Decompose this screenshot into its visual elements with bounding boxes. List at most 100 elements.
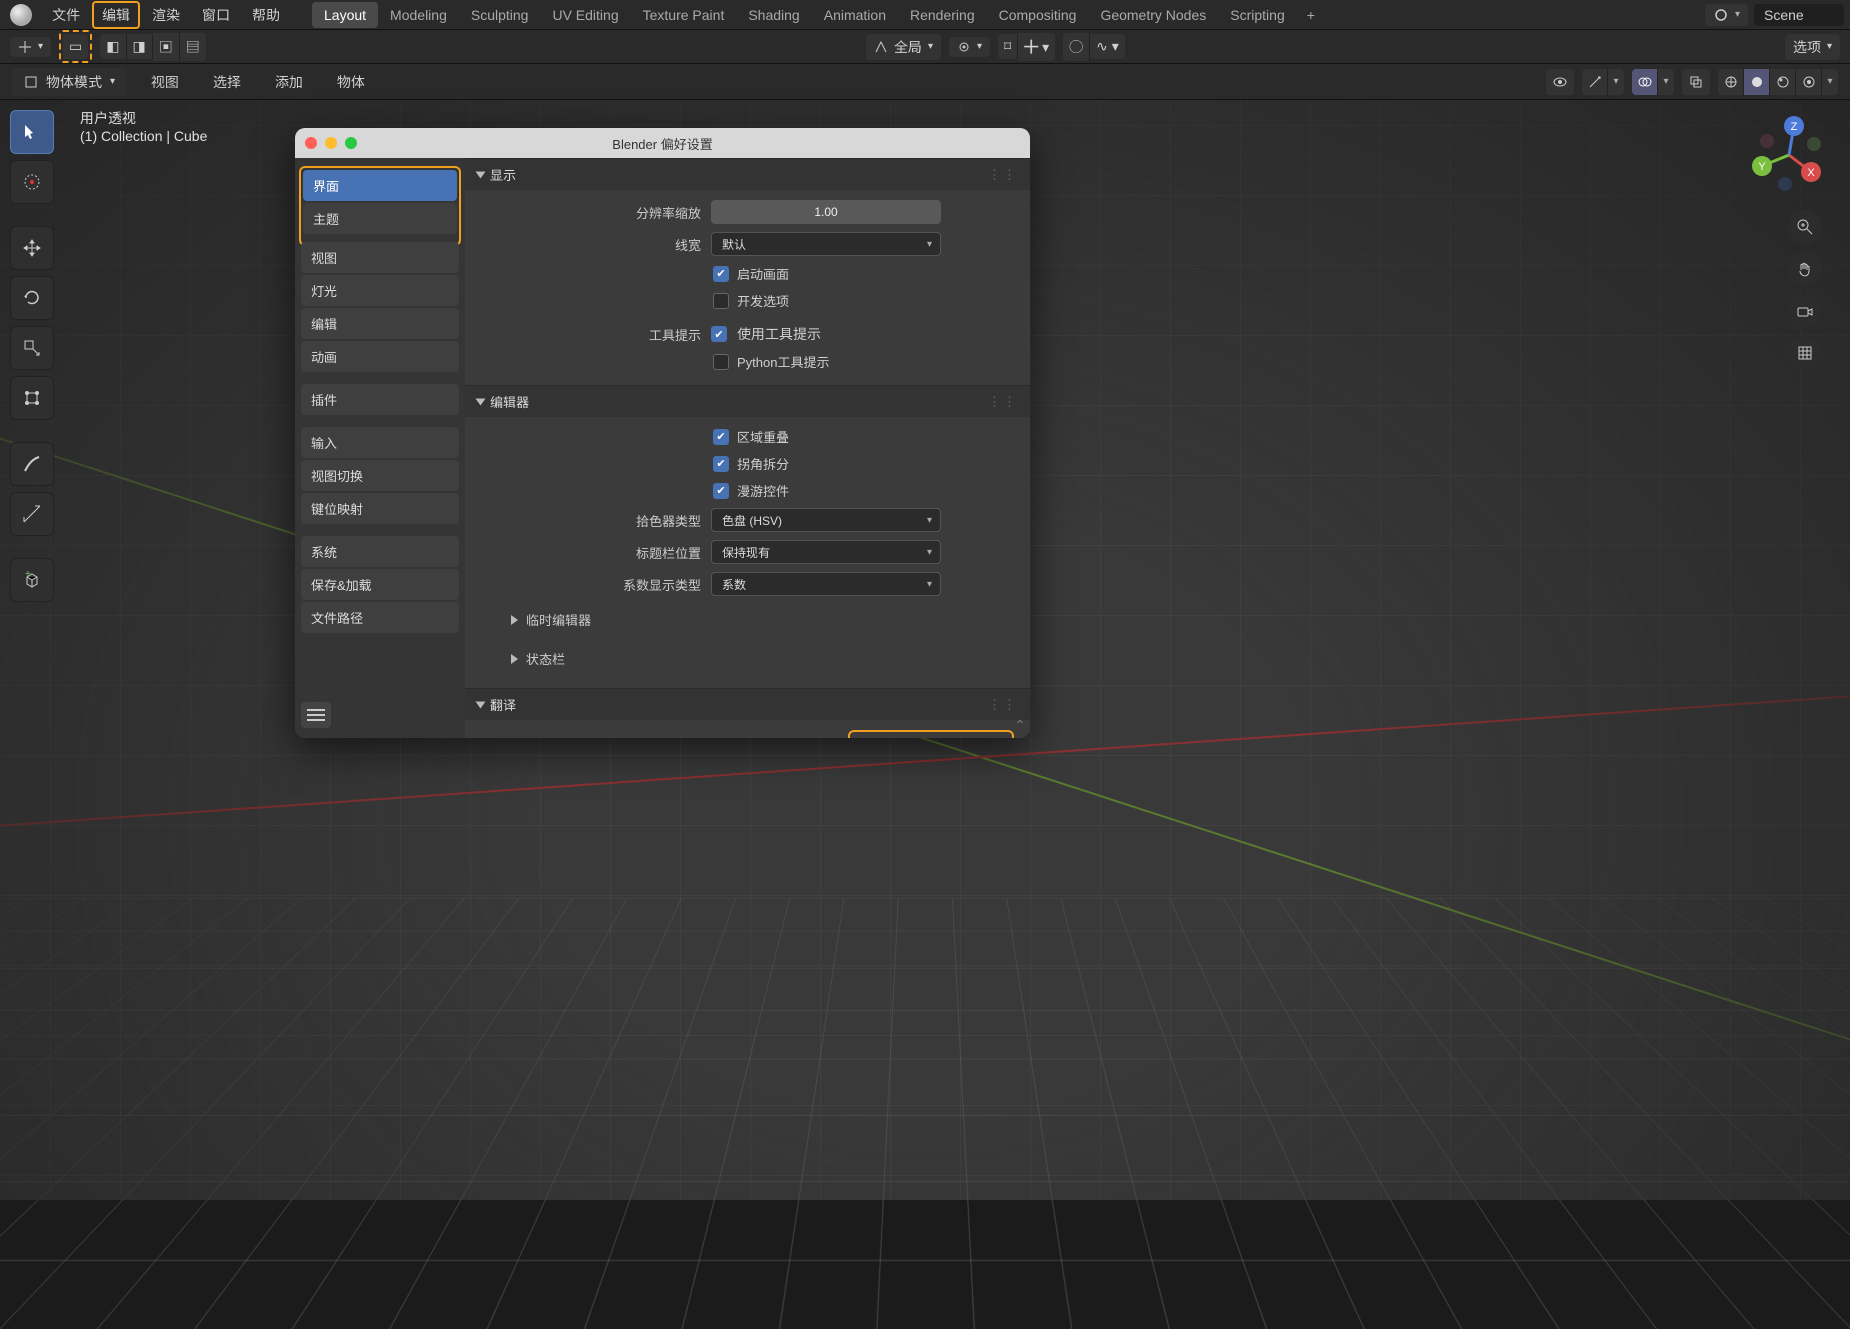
shading-material[interactable] <box>1770 69 1796 95</box>
preferences-titlebar[interactable]: Blender 偏好设置 <box>295 128 1030 158</box>
sidebar-themes[interactable]: 主题 <box>303 203 457 234</box>
line-width-select[interactable]: 默认 <box>711 232 941 256</box>
overlay-toggle[interactable] <box>1632 69 1658 95</box>
sidebar-editing[interactable]: 编辑 <box>301 308 459 339</box>
corner-split-checkbox[interactable] <box>713 456 729 472</box>
tool-select-box[interactable] <box>10 110 54 154</box>
pivot-dropdown[interactable]: ▾ <box>949 37 990 57</box>
tool-measure[interactable] <box>10 492 54 536</box>
vp-menu-select[interactable]: 选择 <box>203 68 251 96</box>
sidebar-saveload[interactable]: 保存&加载 <box>301 569 459 600</box>
object-mode-select[interactable]: 物体模式 ▾ <box>12 68 127 96</box>
shading-dropdown[interactable]: ▾ <box>1822 69 1838 95</box>
proportional-falloff[interactable]: ∿ ▾ <box>1090 34 1125 59</box>
tool-cursor[interactable] <box>10 160 54 204</box>
tool-rotate[interactable] <box>10 276 54 320</box>
tool-scale[interactable] <box>10 326 54 370</box>
tool-move[interactable] <box>10 226 54 270</box>
nav-pan[interactable] <box>1788 252 1822 286</box>
proportional-toggle[interactable]: ◯ <box>1063 33 1090 61</box>
tool-add-primitive[interactable]: + <box>10 558 54 602</box>
factor-type-select[interactable]: 系数 <box>711 572 941 596</box>
sidebar-addons[interactable]: 插件 <box>301 384 459 415</box>
nav-perspective[interactable] <box>1788 336 1822 370</box>
visibility-dropdown[interactable] <box>1546 69 1574 95</box>
sidebar-animation[interactable]: 动画 <box>301 341 459 372</box>
scene-name-field[interactable]: Scene <box>1754 4 1844 26</box>
transform-orientation[interactable]: 全局 ▾ <box>866 34 941 60</box>
menu-help[interactable]: 帮助 <box>242 1 290 29</box>
sidebar-interface[interactable]: 界面 <box>303 170 457 201</box>
panel-editors-header[interactable]: 编辑器 ⋮⋮ <box>465 386 1030 417</box>
tool-transform[interactable] <box>10 376 54 420</box>
tab-animation[interactable]: Animation <box>812 2 898 28</box>
picker-type-select[interactable]: 色盘 (HSV) <box>711 508 941 532</box>
add-workspace-button[interactable]: + <box>1297 3 1325 27</box>
sel-vis-2[interactable]: ◨ <box>127 34 153 59</box>
viewport-toolbar: + <box>10 110 54 602</box>
sel-vis-3[interactable]: ▣ <box>153 33 180 61</box>
tab-texture-paint[interactable]: Texture Paint <box>631 2 737 28</box>
sidebar-filepaths[interactable]: 文件路径 <box>301 602 459 633</box>
orientation-dropdown[interactable]: ▾ <box>10 37 51 57</box>
preferences-window: Blender 偏好设置 界面 主题 视图 灯光 编辑 动画 插件 输入 视图切 <box>295 128 1030 738</box>
menu-edit[interactable]: 编辑 <box>92 1 140 29</box>
header-pos-select[interactable]: 保持现有 <box>711 540 941 564</box>
shading-rendered[interactable] <box>1796 69 1822 95</box>
snap-toggle[interactable]: ⌑ <box>998 34 1018 59</box>
overlay-dropdown[interactable]: ▾ <box>1658 69 1674 95</box>
tab-layout[interactable]: Layout <box>312 2 378 28</box>
sidebar-viewport[interactable]: 视图 <box>301 242 459 273</box>
panel-translation-header[interactable]: 翻译 ⋮⋮ <box>465 689 1030 720</box>
nav-gizmo[interactable]: X Y Z <box>1748 114 1830 196</box>
python-tooltips-checkbox[interactable] <box>713 354 729 370</box>
splash-checkbox[interactable] <box>713 266 729 282</box>
dev-extras-checkbox[interactable] <box>713 293 729 309</box>
tab-compositing[interactable]: Compositing <box>987 2 1089 28</box>
sidebar-lights[interactable]: 灯光 <box>301 275 459 306</box>
zoom-window-button[interactable] <box>345 137 357 149</box>
tab-modeling[interactable]: Modeling <box>378 2 459 28</box>
prefs-hamburger-button[interactable] <box>301 702 331 728</box>
gizmo-icon <box>1588 75 1602 89</box>
tool-annotate[interactable] <box>10 442 54 486</box>
panel-display-header[interactable]: 显示 ⋮⋮ <box>465 159 1030 190</box>
menu-file[interactable]: 文件 <box>42 1 90 29</box>
options-dropdown[interactable]: 选项 ▾ <box>1785 34 1840 60</box>
tab-uv-editing[interactable]: UV Editing <box>540 2 630 28</box>
tab-scripting[interactable]: Scripting <box>1218 2 1296 28</box>
scene-browse-button[interactable]: ▾ <box>1705 4 1748 26</box>
snap-mode[interactable]: ╋ ▾ <box>1018 33 1055 61</box>
close-window-button[interactable] <box>305 137 317 149</box>
sidebar-system[interactable]: 系统 <box>301 536 459 567</box>
temp-editors-subpanel[interactable]: 临时编辑器 <box>481 604 1014 635</box>
vp-menu-view[interactable]: 视图 <box>141 68 189 96</box>
nav-zoom[interactable] <box>1788 210 1822 244</box>
sel-vis-1[interactable]: ◧ <box>100 34 126 59</box>
tab-sculpting[interactable]: Sculpting <box>459 2 541 28</box>
tab-shading[interactable]: Shading <box>736 2 811 28</box>
nav-controls-checkbox[interactable] <box>713 483 729 499</box>
tab-geometry-nodes[interactable]: Geometry Nodes <box>1088 2 1218 28</box>
shading-solid[interactable] <box>1744 69 1770 95</box>
select-mode-pill[interactable]: ▭ <box>63 34 88 59</box>
statusbar-subpanel[interactable]: 状态栏 <box>481 643 1014 674</box>
sidebar-input[interactable]: 输入 <box>301 427 459 458</box>
gizmo-dropdown[interactable]: ▾ <box>1608 69 1624 95</box>
gizmo-toggle[interactable] <box>1582 69 1608 95</box>
res-scale-field[interactable]: 1.00 <box>711 200 941 224</box>
sel-vis-4[interactable]: ▤ <box>180 33 206 61</box>
vp-menu-object[interactable]: 物体 <box>327 68 375 96</box>
vp-menu-add[interactable]: 添加 <box>265 68 313 96</box>
tab-rendering[interactable]: Rendering <box>898 2 987 28</box>
xray-toggle[interactable] <box>1682 69 1710 95</box>
menu-render[interactable]: 渲染 <box>142 1 190 29</box>
shading-wireframe[interactable] <box>1718 69 1744 95</box>
nav-camera[interactable] <box>1788 294 1822 328</box>
use-tooltips-checkbox[interactable] <box>711 326 727 342</box>
sidebar-navigation[interactable]: 视图切换 <box>301 460 459 491</box>
minimize-window-button[interactable] <box>325 137 337 149</box>
sidebar-keymap[interactable]: 键位映射 <box>301 493 459 524</box>
region-overlap-checkbox[interactable] <box>713 429 729 445</box>
menu-window[interactable]: 窗口 <box>192 1 240 29</box>
